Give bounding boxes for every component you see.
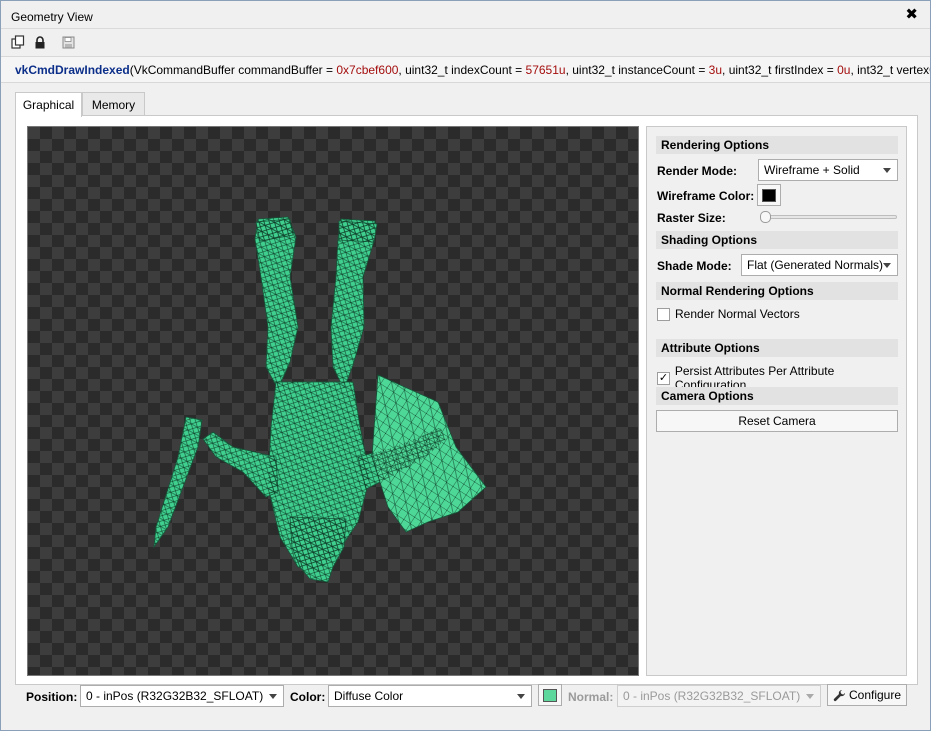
tab-memory[interactable]: Memory: [82, 92, 145, 116]
shade-mode-label: Shade Mode:: [657, 259, 732, 273]
lock-icon[interactable]: [31, 33, 49, 51]
render-mode-label: Render Mode:: [657, 164, 738, 178]
render-normal-vectors-checkbox[interactable]: Render Normal Vectors: [657, 307, 800, 321]
chevron-down-icon: [269, 694, 277, 699]
options-panel: Rendering Options Render Mode: Wireframe…: [646, 126, 907, 676]
checkmark-icon: ✓: [657, 371, 670, 385]
reset-camera-button[interactable]: Reset Camera: [656, 410, 898, 432]
checkbox-box: [657, 307, 670, 321]
tab-graphical[interactable]: Graphical: [15, 92, 82, 117]
normal-value: 0 - inPos (R32G32B32_SFLOAT): [623, 689, 801, 703]
raster-size-slider-handle[interactable]: [760, 211, 771, 223]
title-bar: Geometry View ✖: [1, 1, 930, 29]
wireframe-color-button[interactable]: [757, 184, 781, 206]
param-value: 57651u: [525, 63, 566, 77]
shade-mode-select[interactable]: Flat (Generated Normals): [741, 254, 898, 276]
wireframe-overlay: [290, 517, 346, 582]
chevron-down-icon: [883, 168, 891, 173]
signature-part: , int32_t vertexOffset ...: [850, 63, 930, 77]
wireframe-color-label: Wireframe Color:: [657, 189, 755, 203]
wireframe-overlay: [154, 417, 202, 547]
wireframe-overlay: [203, 432, 278, 497]
color-swatch: [543, 688, 557, 702]
raster-size-label: Raster Size:: [657, 211, 726, 225]
shade-mode-value: Flat (Generated Normals): [747, 258, 884, 272]
api-call-signature: vkCmdDrawIndexed(VkCommandBuffer command…: [1, 56, 930, 83]
close-icon[interactable]: ✖: [905, 7, 918, 23]
param-value: 0x7cbef600: [336, 63, 399, 77]
normal-rendering-options-header: Normal Rendering Options: [656, 282, 898, 300]
geometry-view-window: Geometry View ✖ vkCmdDrawIndexed(VkComma…: [0, 0, 931, 731]
wireframe-overlay: [255, 217, 298, 389]
color-select[interactable]: Diffuse Color: [328, 685, 532, 707]
toolbar: [1, 30, 930, 52]
rendering-options-header: Rendering Options: [656, 136, 898, 154]
shading-options-header: Shading Options: [656, 231, 898, 249]
signature-part: , uint32_t firstIndex =: [722, 63, 838, 77]
geometry-viewport[interactable]: [27, 126, 639, 676]
position-select[interactable]: 0 - inPos (R32G32B32_SFLOAT): [80, 685, 284, 707]
camera-options-header: Camera Options: [656, 387, 898, 405]
param-value: 3u: [708, 63, 723, 77]
function-name: vkCmdDrawIndexed: [15, 63, 130, 77]
wireframe-overlay: [372, 375, 486, 532]
chevron-down-icon: [883, 263, 891, 268]
raster-size-slider[interactable]: [760, 215, 897, 219]
chevron-down-icon: [517, 694, 525, 699]
color-value: Diffuse Color: [334, 689, 404, 703]
position-label: Position:: [26, 690, 78, 704]
chevron-down-icon: [806, 694, 814, 699]
window-title: Geometry View: [11, 10, 93, 24]
signature-part: , uint32_t instanceCount =: [565, 63, 709, 77]
signature-text: vkCmdDrawIndexed(VkCommandBuffer command…: [15, 63, 930, 77]
render-mode-select[interactable]: Wireframe + Solid: [758, 159, 898, 181]
signature-part: (VkCommandBuffer commandBuffer =: [129, 63, 337, 77]
configure-label: Configure: [848, 688, 902, 702]
signature-part: , uint32_t indexCount =: [398, 63, 526, 77]
render-normal-vectors-label: Render Normal Vectors: [675, 307, 800, 321]
color-label: Color:: [290, 690, 326, 704]
normal-select: 0 - inPos (R32G32B32_SFLOAT): [617, 685, 821, 707]
mesh-render: [153, 216, 487, 583]
save-icon[interactable]: [59, 33, 77, 51]
wireframe-overlay: [339, 221, 377, 242]
wrench-icon: [833, 689, 845, 701]
normal-label: Normal:: [568, 690, 614, 704]
wireframe-color-swatch: [762, 188, 776, 202]
configure-button[interactable]: Configure: [827, 684, 907, 706]
render-mode-value: Wireframe + Solid: [764, 163, 860, 177]
copy-icon[interactable]: [9, 33, 27, 51]
position-value: 0 - inPos (R32G32B32_SFLOAT): [86, 689, 264, 703]
attribute-options-header: Attribute Options: [656, 339, 898, 357]
param-value: 0u: [837, 63, 851, 77]
color-swatch-button[interactable]: [538, 684, 562, 706]
